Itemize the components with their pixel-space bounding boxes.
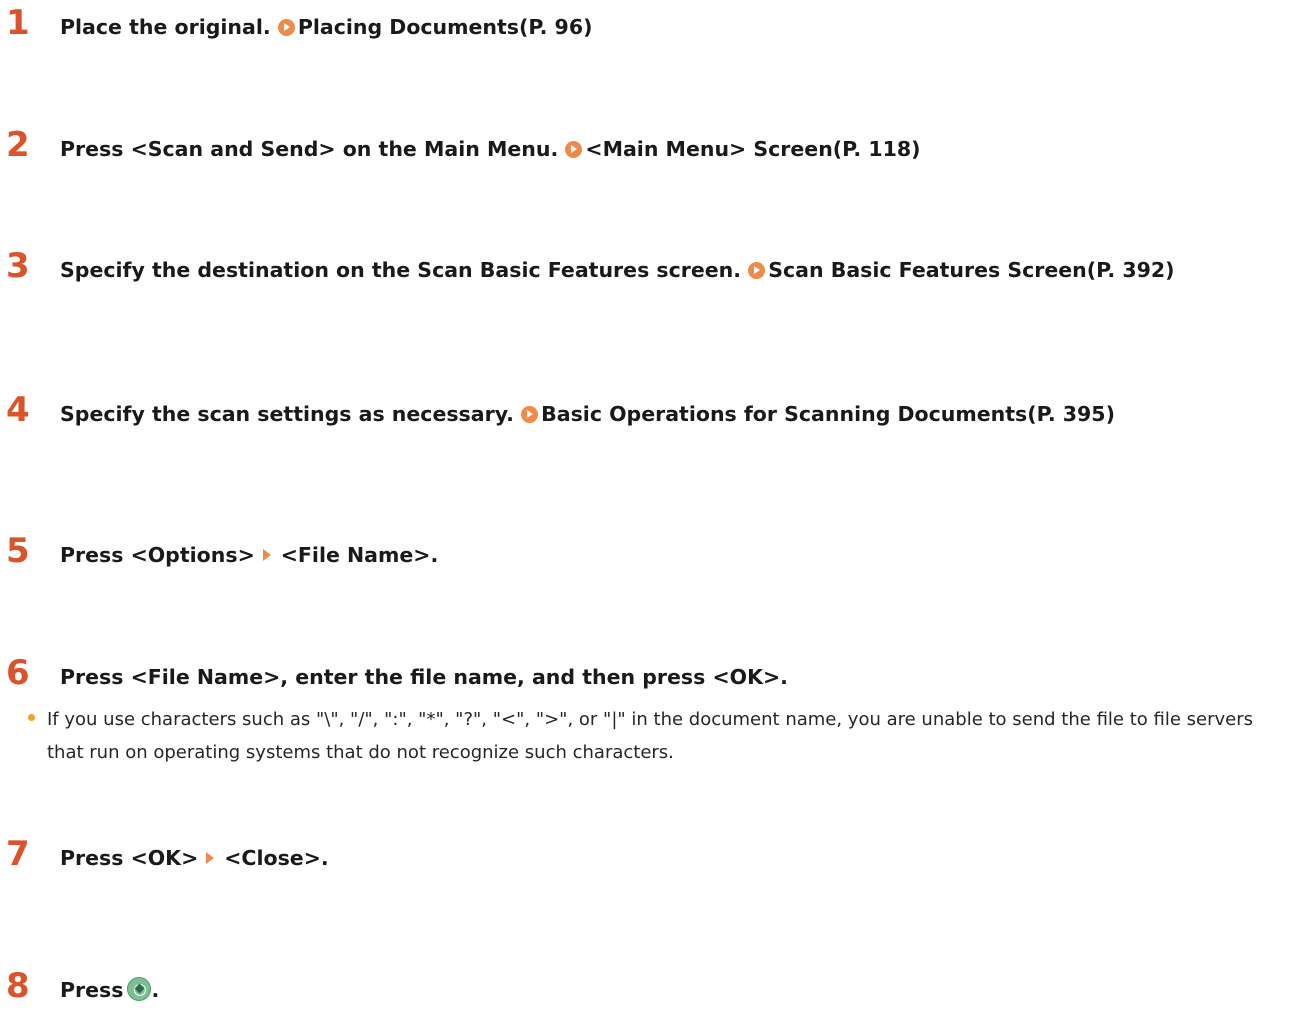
step-instruction: Press <Options> <File Name>. (60, 537, 1220, 573)
link-text: <Main Menu> Screen(P. 118) (585, 137, 921, 161)
circle-arrow-right-icon (565, 141, 583, 158)
placing-documents-link[interactable]: Placing Documents(P. 96) (277, 15, 593, 39)
circle-arrow-right-icon (521, 406, 539, 423)
link-text: Basic Operations for Scanning Documents(… (541, 402, 1115, 426)
step-text-part-b: <File Name>. (280, 543, 439, 567)
scan-basic-features-link[interactable]: Scan Basic Features Screen(P. 392) (748, 258, 1174, 282)
step-text: Place the original. (60, 15, 271, 39)
step-number: 5 (6, 531, 30, 571)
step-end: . (151, 978, 160, 1002)
note-text: If you use characters such as "\", "/", … (47, 709, 1253, 763)
triangle-right-icon (262, 549, 271, 561)
step-text-part-b: <Close>. (224, 846, 329, 870)
circle-arrow-right-icon (748, 262, 766, 279)
start-key-icon (127, 977, 152, 1001)
step-text-part-a: Press <OK> (60, 846, 199, 870)
step-instruction: Press. (60, 972, 1220, 1008)
triangle-right-icon (206, 852, 215, 864)
bullet-icon (28, 714, 35, 721)
step-text: Specify the destination on the Scan Basi… (60, 258, 742, 282)
step-instruction: Place the original. Placing Documents(P.… (60, 9, 1220, 45)
step-number: 6 (6, 653, 30, 693)
step-text: Press <Scan and Send> on the Main Menu. (60, 137, 559, 161)
step-text: Press (60, 978, 124, 1002)
step-number: 7 (6, 834, 30, 874)
circle-arrow-right-icon (277, 19, 295, 36)
step-instruction: Specify the scan settings as necessary. … (60, 396, 1220, 432)
step-text-part-a: Press <Options> (60, 543, 255, 567)
step-instruction: Press <Scan and Send> on the Main Menu. … (60, 131, 1220, 167)
link-text: Scan Basic Features Screen(P. 392) (768, 258, 1175, 282)
link-text: Placing Documents(P. 96) (297, 15, 593, 39)
step-number: 8 (6, 966, 30, 1006)
step-number: 4 (6, 390, 30, 430)
step-text: Specify the scan settings as necessary. (60, 402, 514, 426)
step-number: 3 (6, 246, 30, 286)
step-number: 1 (6, 3, 30, 43)
step-instruction: Press <OK> <Close>. (60, 840, 1220, 876)
main-menu-screen-link[interactable]: <Main Menu> Screen(P. 118) (565, 137, 921, 161)
step-instruction: Specify the destination on the Scan Basi… (60, 252, 1220, 288)
basic-operations-scanning-link[interactable]: Basic Operations for Scanning Documents(… (521, 402, 1115, 426)
step-instruction: Press <File Name>, enter the file name, … (60, 665, 788, 689)
step-number: 2 (6, 125, 30, 165)
